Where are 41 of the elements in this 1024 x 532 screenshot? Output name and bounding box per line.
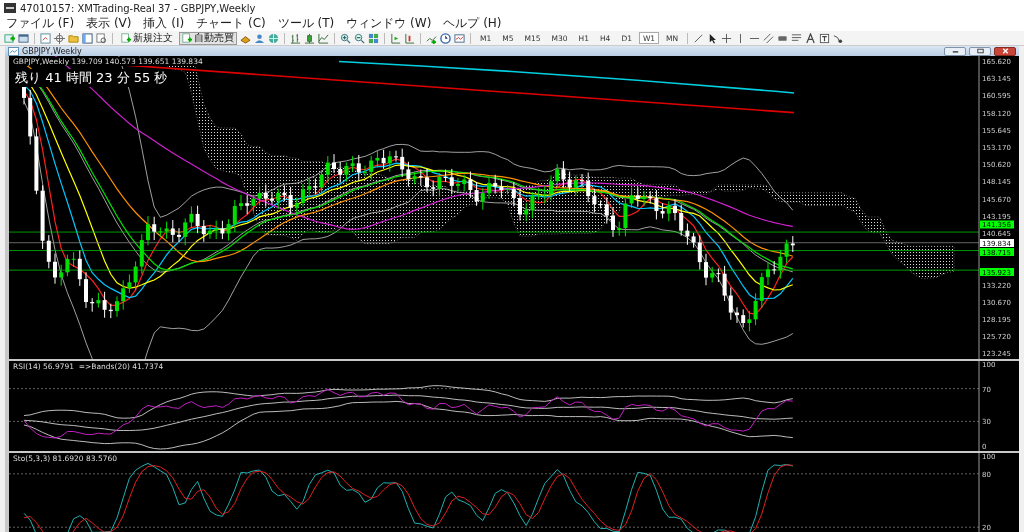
app-logo-icon [4, 3, 16, 13]
menu-item[interactable]: ツール (T) [277, 15, 335, 32]
autoscroll-icon[interactable] [404, 32, 415, 44]
line-chart-icon[interactable] [318, 32, 329, 44]
zoom-in-icon[interactable] [340, 32, 351, 44]
chart-shift-icon[interactable] [390, 32, 401, 44]
text-label-icon[interactable] [819, 32, 831, 44]
minimize-icon [950, 48, 960, 54]
menu-item[interactable]: ファイル (F) [6, 15, 75, 32]
zoom-out-icon[interactable] [354, 32, 365, 44]
menu-item[interactable]: ウィンドウ (W) [346, 15, 432, 32]
chart-window-title: GBPJPY,Weekly [22, 46, 82, 56]
toolbar-button[interactable]: 新規注文 [118, 31, 176, 45]
menu-item[interactable]: 挿入 (I) [143, 15, 185, 32]
restore-icon [975, 48, 985, 54]
candlestick-icon[interactable] [304, 32, 315, 44]
menu-item[interactable]: 表示 (V) [86, 15, 132, 32]
cursor-icon[interactable] [707, 32, 719, 44]
close-icon [1000, 48, 1010, 54]
clock-icon[interactable] [440, 32, 451, 44]
person-icon[interactable] [254, 32, 265, 44]
menu-item[interactable]: ヘルプ (H) [443, 15, 502, 32]
minimize-button[interactable] [944, 46, 966, 56]
template-icon[interactable] [454, 32, 465, 44]
text-tool-icon[interactable] [805, 32, 817, 44]
bar-chart-icon[interactable] [290, 32, 301, 44]
window-icon[interactable] [18, 32, 29, 44]
window-title: 47010157: XMTrading-Real 37 - GBPJPY,Weekly [20, 2, 256, 14]
countdown-timer: 残り 41 時間 23 分 55 秒 [13, 69, 170, 87]
tile-windows-icon[interactable] [368, 32, 379, 44]
crosshair-icon[interactable] [721, 32, 733, 44]
toolbar-button[interactable]: 自動売買 [179, 31, 237, 45]
globe-icon[interactable] [268, 32, 279, 44]
close-button[interactable] [994, 46, 1016, 56]
new-chart-icon[interactable] [4, 32, 15, 44]
crosshair-icon[interactable] [54, 32, 65, 44]
panel-icon[interactable] [82, 32, 93, 44]
chart-window-icon[interactable] [40, 32, 51, 44]
menu-item[interactable]: チャート (C) [196, 15, 266, 32]
restore-button[interactable] [969, 46, 991, 56]
trend-line-icon[interactable] [693, 32, 705, 44]
